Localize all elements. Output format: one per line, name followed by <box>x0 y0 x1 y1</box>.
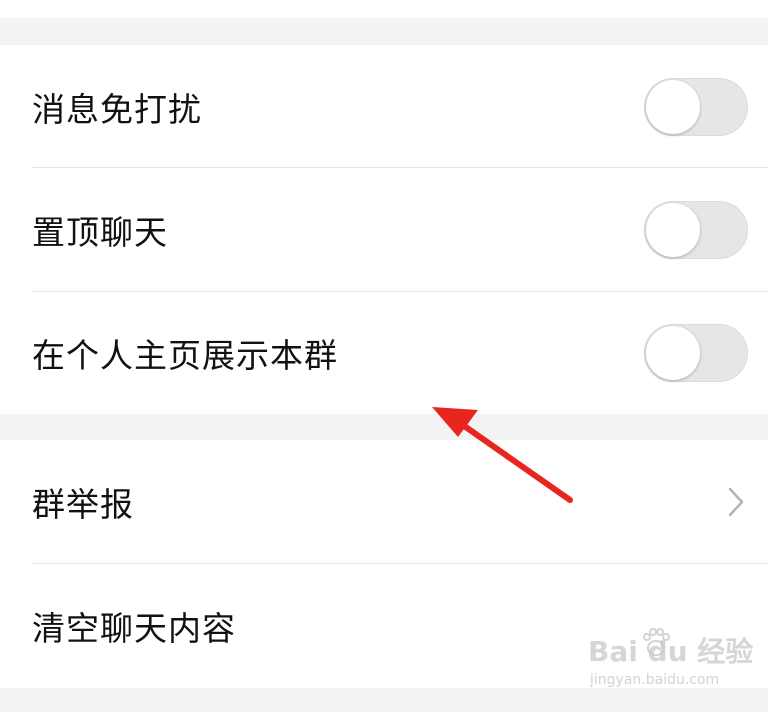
pin-chat-toggle[interactable] <box>644 201 748 259</box>
bottom-section-gap <box>0 688 768 712</box>
clear-chat-history-label: 清空聊天内容 <box>32 609 236 648</box>
row-show-on-profile[interactable]: 在个人主页展示本群 <box>0 292 768 414</box>
settings-group-2: 群举报 清空聊天内容 <box>0 440 768 688</box>
show-on-profile-toggle[interactable] <box>644 324 748 382</box>
settings-group-1: 消息免打扰 置顶聊天 在个人主页展示本群 <box>0 45 768 414</box>
chevron-right-icon <box>728 487 744 517</box>
row-report-group[interactable]: 群举报 <box>0 440 768 564</box>
toggle-knob <box>646 326 700 380</box>
top-section-gap <box>0 0 768 45</box>
do-not-disturb-label: 消息免打扰 <box>32 89 202 129</box>
previous-section-edge <box>0 0 768 18</box>
report-group-label: 群举报 <box>32 485 134 524</box>
row-pin-chat[interactable]: 置顶聊天 <box>0 168 768 292</box>
toggle-knob <box>646 79 700 134</box>
pin-chat-label: 置顶聊天 <box>32 213 168 252</box>
toggle-knob <box>646 203 700 257</box>
do-not-disturb-toggle[interactable] <box>644 77 748 136</box>
show-on-profile-label: 在个人主页展示本群 <box>32 336 338 375</box>
row-clear-chat-history[interactable]: 清空聊天内容 <box>0 564 768 688</box>
section-gap <box>0 414 768 440</box>
row-do-not-disturb[interactable]: 消息免打扰 <box>0 45 768 168</box>
